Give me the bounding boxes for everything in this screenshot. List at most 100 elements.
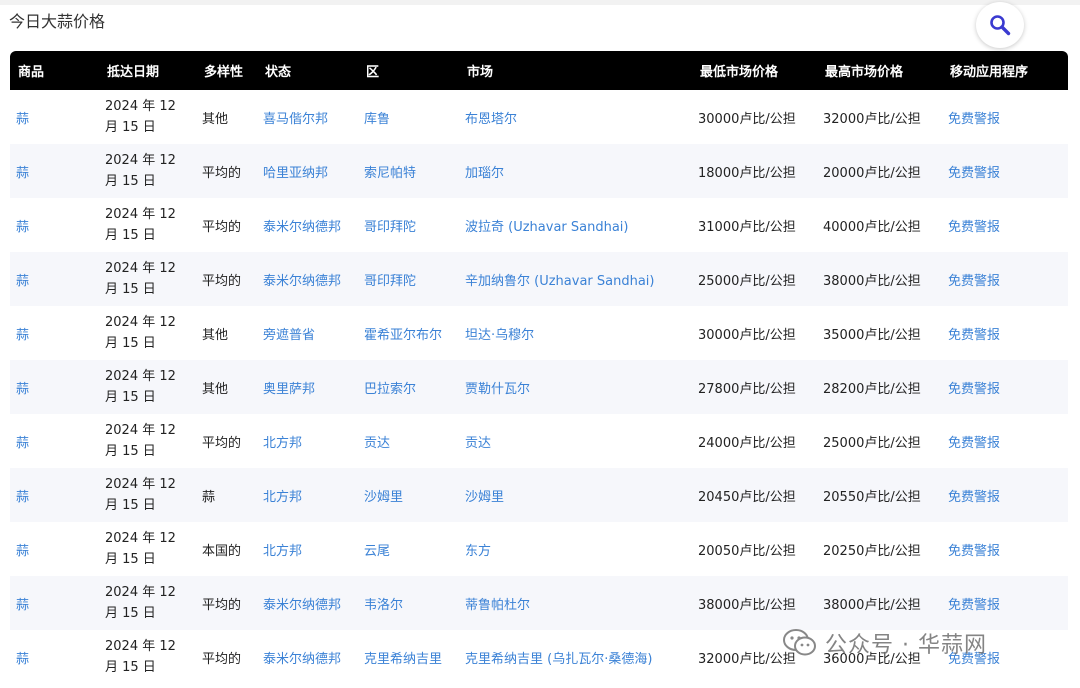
cell-mobile-app[interactable]: 免费警报 bbox=[942, 576, 1068, 630]
cell-arrival-date: 2024 年 12 月 15 日 bbox=[105, 531, 176, 567]
cell-market[interactable]: 沙姆里 bbox=[459, 468, 692, 522]
cell-mobile-app[interactable]: 免费警报 bbox=[942, 414, 1068, 468]
cell-variety: 其他 bbox=[202, 381, 229, 397]
cell-variety: 平均的 bbox=[202, 435, 242, 451]
cell-commodity[interactable]: 蒜 bbox=[10, 630, 99, 684]
cell-max-price: 28200卢比/公担 bbox=[823, 381, 921, 397]
cell-state[interactable]: 奥里萨邦 bbox=[257, 360, 358, 414]
cell-market[interactable]: 克里希纳吉里 (乌扎瓦尔·桑德海) bbox=[459, 630, 692, 684]
header-max-price[interactable]: 最高市场价格 bbox=[817, 51, 942, 90]
cell-market[interactable]: 贾勒什瓦尔 bbox=[459, 360, 692, 414]
cell-variety: 平均的 bbox=[202, 273, 242, 289]
cell-market[interactable]: 辛加纳鲁尔 (Uzhavar Sandhai) bbox=[459, 252, 692, 306]
cell-max-price: 32000卢比/公担 bbox=[823, 111, 921, 127]
cell-variety: 平均的 bbox=[202, 219, 242, 235]
cell-arrival-date: 2024 年 12 月 15 日 bbox=[105, 369, 176, 405]
cell-mobile-app[interactable]: 免费警报 bbox=[942, 630, 1068, 684]
cell-arrival-date: 2024 年 12 月 15 日 bbox=[105, 207, 176, 243]
header-district[interactable]: 区 bbox=[358, 51, 459, 90]
cell-district[interactable]: 霍希亚尔布尔 bbox=[358, 306, 459, 360]
table-row: 蒜 2024 年 12 月 15 日 平均的 泰米尔纳德邦 哥印拜陀 辛加纳鲁尔 (Uzh… bbox=[10, 252, 1068, 306]
cell-market[interactable]: 波拉奇 (Uzhavar Sandhai) bbox=[459, 198, 692, 252]
header-commodity[interactable]: 商品 bbox=[10, 51, 99, 90]
cell-district[interactable]: 巴拉索尔 bbox=[358, 360, 459, 414]
cell-variety: 平均的 bbox=[202, 651, 242, 667]
table-header-row: 商品 抵达日期 多样性 状态 区 市场 最低市场价格 最高市场价格 移动应用程序 bbox=[10, 51, 1068, 90]
cell-commodity[interactable]: 蒜 bbox=[10, 576, 99, 630]
cell-commodity[interactable]: 蒜 bbox=[10, 414, 99, 468]
cell-min-price: 30000卢比/公担 bbox=[698, 111, 796, 127]
cell-district[interactable]: 索尼帕特 bbox=[358, 144, 459, 198]
cell-state[interactable]: 喜马偕尔邦 bbox=[257, 90, 358, 144]
cell-mobile-app[interactable]: 免费警报 bbox=[942, 360, 1068, 414]
cell-variety: 平均的 bbox=[202, 165, 242, 181]
cell-arrival-date: 2024 年 12 月 15 日 bbox=[105, 423, 176, 459]
cell-commodity[interactable]: 蒜 bbox=[10, 360, 99, 414]
cell-commodity[interactable]: 蒜 bbox=[10, 198, 99, 252]
search-button[interactable] bbox=[976, 2, 1024, 48]
cell-variety: 蒜 bbox=[202, 489, 216, 505]
cell-state[interactable]: 泰米尔纳德邦 bbox=[257, 576, 358, 630]
cell-district[interactable]: 库鲁 bbox=[358, 90, 459, 144]
cell-max-price: 36000卢比/公担 bbox=[823, 651, 921, 667]
cell-state[interactable]: 泰米尔纳德邦 bbox=[257, 198, 358, 252]
cell-mobile-app[interactable]: 免费警报 bbox=[942, 252, 1068, 306]
cell-min-price: 38000卢比/公担 bbox=[698, 597, 796, 613]
cell-variety: 其他 bbox=[202, 327, 229, 343]
cell-state[interactable]: 北方邦 bbox=[257, 468, 358, 522]
header-min-price[interactable]: 最低市场价格 bbox=[692, 51, 817, 90]
cell-commodity[interactable]: 蒜 bbox=[10, 522, 99, 576]
cell-district[interactable]: 克里希纳吉里 bbox=[358, 630, 459, 684]
cell-min-price: 31000卢比/公担 bbox=[698, 219, 796, 235]
cell-max-price: 20550卢比/公担 bbox=[823, 489, 921, 505]
header-variety[interactable]: 多样性 bbox=[196, 51, 257, 90]
cell-commodity[interactable]: 蒜 bbox=[10, 90, 99, 144]
cell-market[interactable]: 贡达 bbox=[459, 414, 692, 468]
cell-district[interactable]: 贡达 bbox=[358, 414, 459, 468]
price-table: 商品 抵达日期 多样性 状态 区 市场 最低市场价格 最高市场价格 移动应用程序… bbox=[10, 51, 1068, 684]
cell-variety: 其他 bbox=[202, 111, 229, 127]
cell-commodity[interactable]: 蒜 bbox=[10, 306, 99, 360]
table-row: 蒜 2024 年 12 月 15 日 本国的 北方邦 云尾 东方 20050卢比/公担 202… bbox=[10, 522, 1068, 576]
cell-min-price: 18000卢比/公担 bbox=[698, 165, 796, 181]
cell-mobile-app[interactable]: 免费警报 bbox=[942, 144, 1068, 198]
cell-district[interactable]: 韦洛尔 bbox=[358, 576, 459, 630]
page-title: 今日大蒜价格 bbox=[9, 12, 106, 31]
cell-state[interactable]: 北方邦 bbox=[257, 522, 358, 576]
cell-district[interactable]: 沙姆里 bbox=[358, 468, 459, 522]
cell-commodity[interactable]: 蒜 bbox=[10, 252, 99, 306]
cell-market[interactable]: 蒂鲁帕杜尔 bbox=[459, 576, 692, 630]
cell-min-price: 30000卢比/公担 bbox=[698, 327, 796, 343]
header-mobile-app[interactable]: 移动应用程序 bbox=[942, 51, 1068, 90]
cell-mobile-app[interactable]: 免费警报 bbox=[942, 522, 1068, 576]
cell-state[interactable]: 北方邦 bbox=[257, 414, 358, 468]
cell-arrival-date: 2024 年 12 月 15 日 bbox=[105, 585, 176, 621]
cell-mobile-app[interactable]: 免费警报 bbox=[942, 306, 1068, 360]
cell-district[interactable]: 哥印拜陀 bbox=[358, 252, 459, 306]
cell-state[interactable]: 旁遮普省 bbox=[257, 306, 358, 360]
header-market[interactable]: 市场 bbox=[459, 51, 692, 90]
cell-market[interactable]: 布恩塔尔 bbox=[459, 90, 692, 144]
cell-market[interactable]: 坦达·乌穆尔 bbox=[459, 306, 692, 360]
cell-market[interactable]: 东方 bbox=[459, 522, 692, 576]
cell-commodity[interactable]: 蒜 bbox=[10, 468, 99, 522]
cell-arrival-date: 2024 年 12 月 15 日 bbox=[105, 477, 176, 513]
cell-market[interactable]: 加瑙尔 bbox=[459, 144, 692, 198]
cell-mobile-app[interactable]: 免费警报 bbox=[942, 198, 1068, 252]
cell-mobile-app[interactable]: 免费警报 bbox=[942, 468, 1068, 522]
cell-mobile-app[interactable]: 免费警报 bbox=[942, 90, 1068, 144]
cell-district[interactable]: 云尾 bbox=[358, 522, 459, 576]
header-state[interactable]: 状态 bbox=[257, 51, 358, 90]
table-row: 蒜 2024 年 12 月 15 日 平均的 泰米尔纳德邦 克里希纳吉里 克里希纳吉里 (… bbox=[10, 630, 1068, 684]
cell-district[interactable]: 哥印拜陀 bbox=[358, 198, 459, 252]
table-row: 蒜 2024 年 12 月 15 日 其他 旁遮普省 霍希亚尔布尔 坦达·乌穆尔 30000… bbox=[10, 306, 1068, 360]
cell-commodity[interactable]: 蒜 bbox=[10, 144, 99, 198]
cell-state[interactable]: 哈里亚纳邦 bbox=[257, 144, 358, 198]
table-row: 蒜 2024 年 12 月 15 日 平均的 哈里亚纳邦 索尼帕特 加瑙尔 18000卢比/… bbox=[10, 144, 1068, 198]
table-row: 蒜 2024 年 12 月 15 日 其他 奥里萨邦 巴拉索尔 贾勒什瓦尔 27800卢比/… bbox=[10, 360, 1068, 414]
header-arrival-date[interactable]: 抵达日期 bbox=[99, 51, 196, 90]
cell-state[interactable]: 泰米尔纳德邦 bbox=[257, 630, 358, 684]
cell-arrival-date: 2024 年 12 月 15 日 bbox=[105, 153, 176, 189]
cell-state[interactable]: 泰米尔纳德邦 bbox=[257, 252, 358, 306]
table-row: 蒜 2024 年 12 月 15 日平均的 北方邦 贡达 贡达 24000卢比/公担 250… bbox=[10, 414, 1068, 468]
